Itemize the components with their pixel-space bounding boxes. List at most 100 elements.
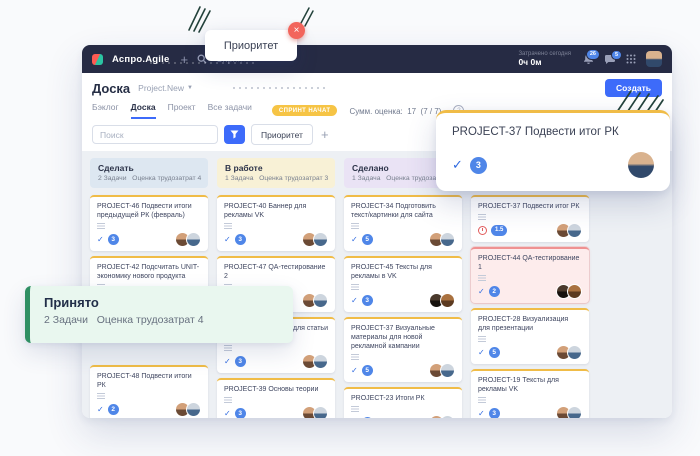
chat-icon[interactable]: 5 — [604, 54, 616, 65]
close-icon[interactable]: × — [288, 22, 305, 39]
task-footer: ✓3 — [224, 233, 328, 246]
task-title: PROJECT-37 Визуальные материалы для ново… — [351, 324, 455, 351]
estimate-badge: 5 — [362, 365, 373, 376]
task-card[interactable]: PROJECT-37 Подвести итог РК1.5 — [471, 195, 589, 242]
time-badge: 1.5 — [491, 225, 507, 235]
user-avatar[interactable] — [646, 51, 662, 67]
avatar — [186, 232, 201, 247]
column-cards: PROJECT-37 Подвести итог РК1.5 PROJECT-44… — [471, 195, 589, 418]
task-footer: ✓3 — [351, 294, 455, 307]
overdue-icon — [478, 226, 487, 235]
done-check-icon: ✓ — [478, 410, 485, 418]
assignee-avatars — [433, 232, 455, 247]
task-title: PROJECT-46 Подвести итоги предыдущей РК … — [97, 202, 201, 220]
assignee-avatars — [433, 415, 455, 418]
avatar — [567, 284, 582, 299]
task-footer: ✓5 — [478, 346, 582, 359]
search-input[interactable] — [92, 125, 218, 144]
board: Сделать2 Задачи Оценка трудозатрат 4 PROJ… — [82, 151, 672, 418]
estimate-badge: 3 — [235, 234, 246, 245]
task-title: PROJECT-48 Подвести итоги РК — [97, 372, 201, 390]
done-check-icon: ✓ — [224, 410, 231, 418]
avatar — [567, 406, 582, 418]
description-icon — [351, 284, 359, 290]
task-footer: ✓6 — [351, 416, 455, 418]
task-card[interactable]: PROJECT-34 Подготовить текст/картинки дл… — [344, 195, 462, 251]
assignee-avatars — [560, 345, 582, 360]
task-title: PROJECT-47 QA-тестирование 2 — [224, 263, 328, 281]
task-footer: ✓5 — [351, 233, 455, 246]
task-title: PROJECT-23 Итоги РК — [351, 394, 455, 403]
description-icon — [351, 223, 359, 229]
tab-бэклог[interactable]: Бэклог — [92, 102, 119, 119]
task-title: PROJECT-34 Подготовить текст/картинки дл… — [351, 202, 455, 220]
estimate-badge: 2 — [108, 404, 119, 415]
description-icon — [97, 223, 105, 229]
task-footer: ✓3 — [224, 355, 328, 368]
priority-tooltip: Приоритет × — [205, 30, 297, 61]
description-icon — [478, 397, 486, 403]
sprint-status-badge: СПРИНТ НАЧАТ — [272, 105, 338, 116]
task-card[interactable]: PROJECT-39 Основы теории ✓ 3 — [217, 378, 335, 418]
done-check-icon: ✓ — [97, 236, 104, 244]
assignee-avatars — [560, 406, 582, 418]
task-title: PROJECT-40 Баннер для рекламы VK — [224, 202, 328, 220]
task-title: PROJECT-39 Основы теории — [224, 385, 328, 394]
task-card[interactable]: PROJECT-19 Тексты для рекламы VK✓3 — [471, 369, 589, 418]
time-tracker: Затрачено сегодня 0ч 0м — [518, 51, 571, 68]
task-card[interactable]: PROJECT-23 Итоги РК ✓6 — [344, 387, 462, 418]
task-card[interactable]: PROJECT-28 Визуализация для презентации ✓… — [471, 308, 589, 364]
time-value: 0ч 0м — [518, 58, 571, 68]
callout-subtitle: 2 Задачи Оценка трудозатрат 4 — [44, 314, 279, 326]
filter-funnel-button[interactable] — [224, 125, 245, 144]
tab-доска[interactable]: Доска — [131, 102, 156, 119]
assignee-avatars — [560, 284, 582, 299]
task-card[interactable]: PROJECT-45 Тексты для рекламы в VK✓3 — [344, 256, 462, 312]
description-icon — [224, 345, 232, 351]
description-icon — [351, 406, 359, 412]
tab-проект[interactable]: Проект — [168, 102, 196, 119]
estimate-badge: 3 — [235, 356, 246, 367]
column-meta: 1 Задача Оценка трудозатрат 3 — [225, 175, 327, 182]
project-name: Project.New — [138, 83, 184, 93]
task-footer: ✓3 — [97, 233, 201, 246]
column-header[interactable]: В работе 1 Задача Оценка трудозатрат 3 — [217, 158, 335, 188]
accepted-column-callout: Принято 2 Задачи Оценка трудозатрат 4 — [25, 286, 293, 343]
bell-icon[interactable]: 26 — [583, 53, 594, 65]
add-filter-button[interactable]: + — [319, 128, 331, 141]
task-popup-title: PROJECT-37 Подвести итог РК — [452, 126, 654, 138]
column-cards: PROJECT-34 Подготовить текст/картинки дл… — [344, 195, 462, 418]
task-title: PROJECT-44 QA-тестирование 1 — [478, 254, 582, 272]
task-card[interactable]: PROJECT-40 Баннер для рекламы VK ✓3 — [217, 195, 335, 251]
project-selector[interactable]: Project.New ▼ — [138, 83, 193, 93]
task-title: PROJECT-28 Визуализация для презентации — [478, 315, 582, 333]
estimate-badge: 3 — [235, 408, 246, 418]
assignee-avatars — [433, 363, 455, 378]
avatar — [567, 223, 582, 238]
task-popup-card[interactable]: PROJECT-37 Подвести итог РК ✓ 3 — [436, 110, 670, 191]
task-title: PROJECT-42 Подсчитать UNIT-экономику нов… — [97, 263, 201, 281]
task-footer: ✓2 — [478, 285, 582, 298]
column-name: В работе — [225, 163, 327, 173]
avatar — [440, 415, 455, 418]
task-card[interactable]: PROJECT-44 QA-тестирование 1 ✓2 — [471, 247, 589, 303]
column-meta: 2 Задачи Оценка трудозатрат 4 — [98, 175, 200, 182]
task-card[interactable]: PROJECT-46 Подвести итоги предыдущей РК … — [90, 195, 208, 251]
estimate-badge: 5 — [362, 234, 373, 245]
page-title: Доска — [92, 81, 130, 96]
priority-filter-chip[interactable]: Приоритет — [251, 124, 313, 145]
dotted-decoration — [150, 62, 255, 64]
notification-badge: 26 — [586, 49, 600, 60]
done-check-icon: ✓ — [224, 358, 231, 366]
avatar — [313, 232, 328, 247]
apps-grid-icon[interactable] — [626, 54, 636, 64]
avatar — [567, 345, 582, 360]
task-card[interactable]: PROJECT-48 Подвести итоги РК✓2 — [90, 365, 208, 418]
tab-все-задачи[interactable]: Все задачи — [208, 102, 252, 119]
callout-title: Принято — [44, 295, 279, 310]
task-card[interactable]: PROJECT-37 Визуальные материалы для ново… — [344, 317, 462, 382]
sketch-decoration — [186, 2, 212, 34]
column-header[interactable]: Сделать2 Задачи Оценка трудозатрат 4 — [90, 158, 208, 188]
done-check-icon: ✓ — [351, 236, 358, 244]
assignee-avatars — [306, 406, 328, 418]
